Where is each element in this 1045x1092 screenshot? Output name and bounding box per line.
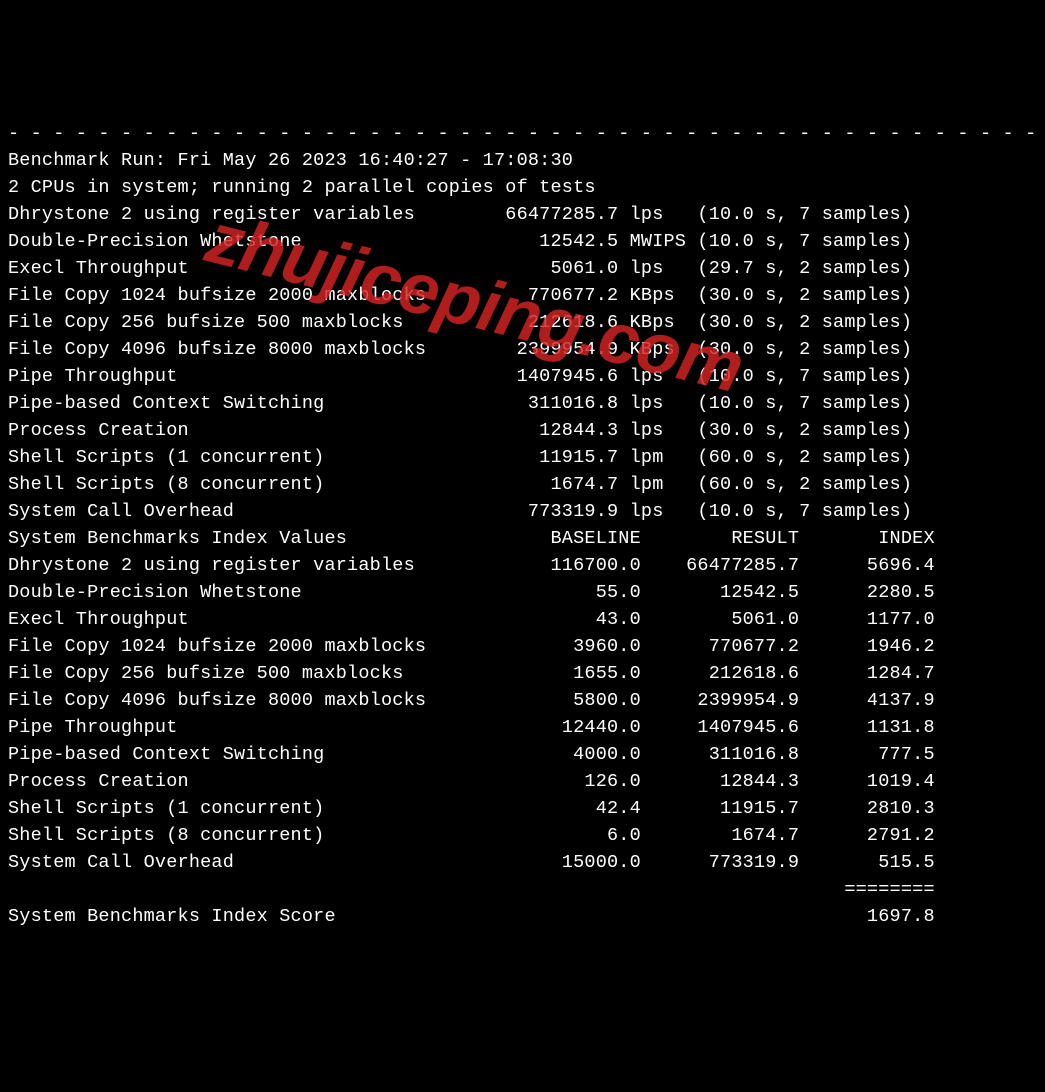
result-row: Pipe Throughput 1407945.6 lps (10.0 s, 7… bbox=[8, 363, 1037, 390]
result-row: Pipe-based Context Switching 311016.8 lp… bbox=[8, 390, 1037, 417]
result-row: File Copy 1024 bufsize 2000 maxblocks 77… bbox=[8, 282, 1037, 309]
result-row: File Copy 4096 bufsize 8000 maxblocks 23… bbox=[8, 336, 1037, 363]
index-row: System Call Overhead 15000.0 773319.9 51… bbox=[8, 849, 1037, 876]
index-row: File Copy 1024 bufsize 2000 maxblocks 39… bbox=[8, 633, 1037, 660]
index-row: Dhrystone 2 using register variables 116… bbox=[8, 552, 1037, 579]
benchmark-run-line: Benchmark Run: Fri May 26 2023 16:40:27 … bbox=[8, 147, 1037, 174]
result-row: Shell Scripts (1 concurrent) 11915.7 lpm… bbox=[8, 444, 1037, 471]
index-row: Execl Throughput 43.0 5061.0 1177.0 bbox=[8, 606, 1037, 633]
index-row: Shell Scripts (8 concurrent) 6.0 1674.7 … bbox=[8, 822, 1037, 849]
result-row: Shell Scripts (8 concurrent) 1674.7 lpm … bbox=[8, 471, 1037, 498]
result-row: Execl Throughput 5061.0 lps (29.7 s, 2 s… bbox=[8, 255, 1037, 282]
index-row: Pipe-based Context Switching 4000.0 3110… bbox=[8, 741, 1037, 768]
score-line: System Benchmarks Index Score 1697.8 bbox=[8, 903, 1037, 930]
index-row: Double-Precision Whetstone 55.0 12542.5 … bbox=[8, 579, 1037, 606]
divider-line: - - - - - - - - - - - - - - - - - - - - … bbox=[8, 120, 1037, 147]
score-rule-line: ======== bbox=[8, 876, 1037, 903]
index-row: File Copy 256 bufsize 500 maxblocks 1655… bbox=[8, 660, 1037, 687]
cpu-info-line: 2 CPUs in system; running 2 parallel cop… bbox=[8, 174, 1037, 201]
result-row: System Call Overhead 773319.9 lps (10.0 … bbox=[8, 498, 1037, 525]
index-row: Process Creation 126.0 12844.3 1019.4 bbox=[8, 768, 1037, 795]
result-row: File Copy 256 bufsize 500 maxblocks 2126… bbox=[8, 309, 1037, 336]
index-header-row: System Benchmarks Index Values BASELINE … bbox=[8, 525, 1037, 552]
result-row: Dhrystone 2 using register variables 664… bbox=[8, 201, 1037, 228]
result-row: Process Creation 12844.3 lps (30.0 s, 2 … bbox=[8, 417, 1037, 444]
index-row: File Copy 4096 bufsize 8000 maxblocks 58… bbox=[8, 687, 1037, 714]
index-row: Shell Scripts (1 concurrent) 42.4 11915.… bbox=[8, 795, 1037, 822]
result-row: Double-Precision Whetstone 12542.5 MWIPS… bbox=[8, 228, 1037, 255]
index-row: Pipe Throughput 12440.0 1407945.6 1131.8 bbox=[8, 714, 1037, 741]
